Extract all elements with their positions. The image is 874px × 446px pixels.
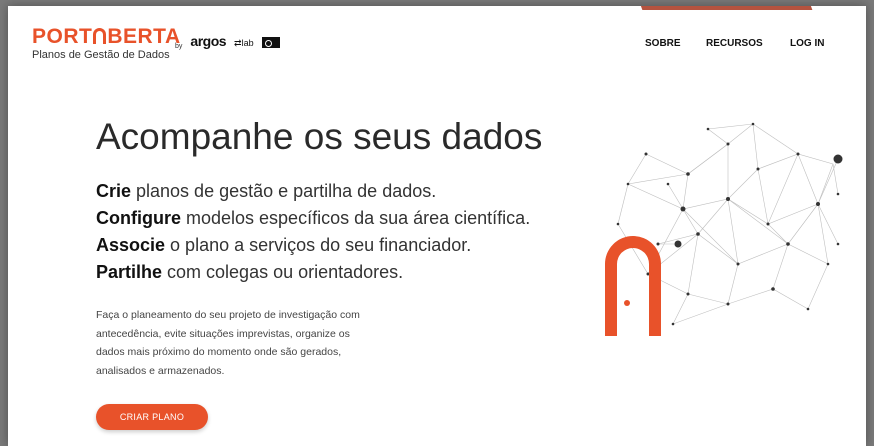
nav-recursos[interactable]: RECURSOS <box>706 38 763 49</box>
top-accent-shape <box>633 6 813 10</box>
feature-item: Configure modelos específicos da sua áre… <box>96 208 531 228</box>
lab-logo-icon: ⇄ <box>234 38 242 48</box>
create-plan-button[interactable]: CRIAR PLANO <box>96 404 208 430</box>
feature-item: Associe o plano a serviços do seu financ… <box>96 235 472 255</box>
hero-description: Faça o planeamento do seu projeto de inv… <box>96 309 360 377</box>
lab-logo: ⇄lab <box>234 38 254 48</box>
argos-logo: argos <box>190 33 227 49</box>
nav-sobre[interactable]: SOBRE <box>645 38 681 49</box>
hero-headline: Acompanhe os seus dados <box>96 116 543 157</box>
feature-item: Crie planos de gestão e partilha de dado… <box>96 181 437 201</box>
flag-logo-icon <box>261 37 280 48</box>
page: PORT BERTA Planos de Gestão de Dados by a… <box>8 6 866 446</box>
logo-wordmark: PORT BERTA <box>32 25 181 48</box>
feature-item: Partilhe com colegas ou orientadores. <box>96 262 404 282</box>
nav-login[interactable]: LOG IN <box>790 38 824 49</box>
logo-subtitle: Planos de Gestão de Dados <box>32 49 170 61</box>
feature-list: Crie planos de gestão e partilha de dado… <box>96 178 530 286</box>
arch-logo-icon <box>93 28 107 44</box>
partner-logos: by argos ⇄lab <box>175 33 280 50</box>
network-graph-with-arch-icon <box>605 122 843 336</box>
by-label: by <box>175 43 183 50</box>
